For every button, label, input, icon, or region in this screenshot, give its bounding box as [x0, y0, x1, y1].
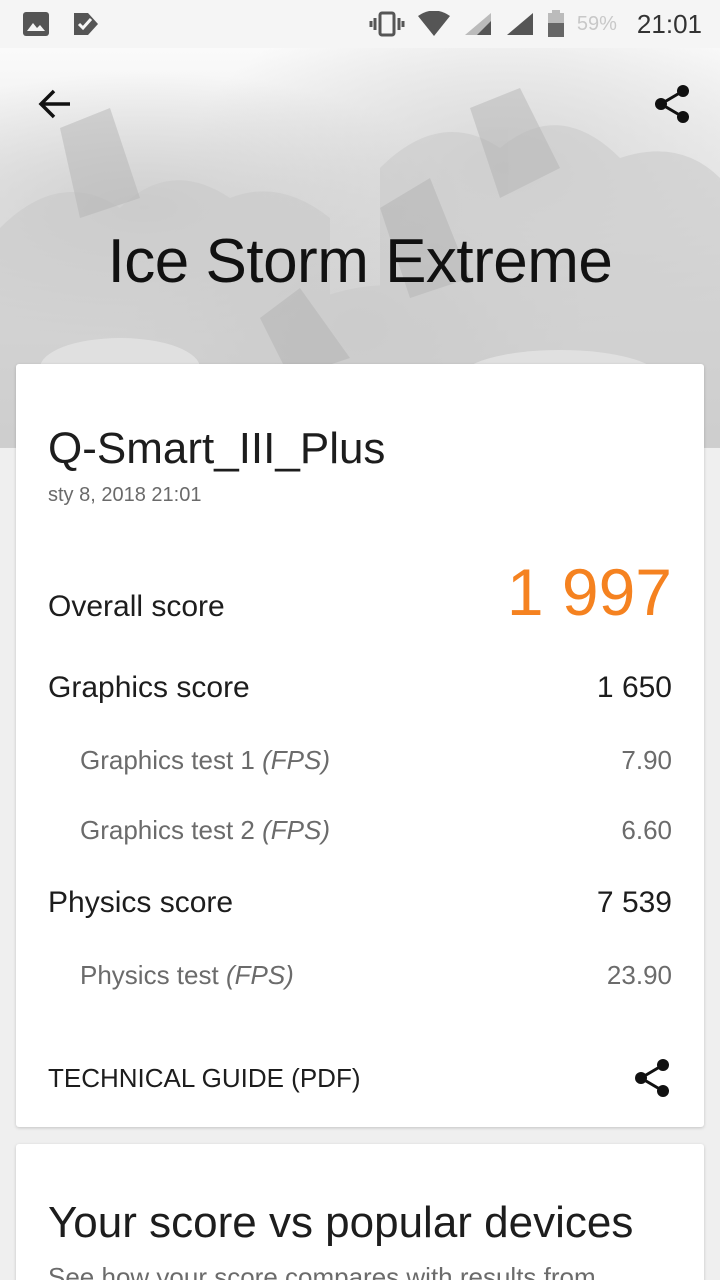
share-result-button[interactable]: [628, 1056, 672, 1100]
image-icon: [22, 11, 50, 37]
signal-icon: [463, 11, 493, 37]
graphics-test-1-label: Graphics test 1: [80, 745, 255, 775]
graphics-test-2-label: Graphics test 2: [80, 815, 255, 845]
physics-test-label: Physics test: [80, 960, 219, 990]
fps-unit: (FPS): [262, 815, 330, 845]
compare-card: Your score vs popular devices See how yo…: [16, 1144, 704, 1280]
signal-icon: [505, 11, 535, 37]
device-name: Q-Smart_III_Plus: [48, 424, 386, 473]
share-icon: [635, 1059, 669, 1097]
overall-score-label: Overall score: [48, 590, 225, 623]
graphics-score-value: 1 650: [596, 671, 672, 704]
battery-icon: [547, 10, 565, 38]
fps-unit: (FPS): [225, 960, 294, 990]
graphics-score-row: Graphics score 1 650: [48, 671, 672, 705]
score-card: Q-Smart_III_Plus sty 8, 2018 21:01 Overa…: [16, 364, 704, 1127]
physics-score-label: Physics score: [48, 886, 234, 919]
battery-percent: 59%: [576, 12, 617, 35]
physics-test-value: 23.90: [606, 960, 672, 990]
arrow-back-icon: [38, 89, 70, 119]
graphics-test-1-row: Graphics test 1 (FPS) 7.90: [80, 745, 672, 776]
graphics-test-2-value: 6.60: [621, 815, 672, 845]
overall-score-row: Overall score 1 997: [48, 554, 672, 630]
compare-title: Your score vs popular devices: [48, 1198, 634, 1247]
physics-score-value: 7 539: [596, 886, 672, 919]
vibrate-icon: [369, 10, 405, 38]
status-time: 21:01: [636, 8, 702, 39]
wifi-icon: [417, 11, 451, 37]
technical-guide-link[interactable]: TECHNICAL GUIDE (PDF): [48, 1063, 628, 1094]
status-bar: 59% 21:01: [0, 0, 720, 48]
physics-score-row: Physics score 7 539: [48, 886, 672, 920]
share-icon: [655, 85, 689, 123]
share-button[interactable]: [650, 82, 694, 126]
graphics-score-label: Graphics score: [48, 671, 250, 704]
fps-unit: (FPS): [262, 745, 330, 775]
result-date: sty 8, 2018 21:01: [48, 484, 202, 506]
check-mail-icon: [72, 11, 100, 37]
physics-test-row: Physics test (FPS) 23.90: [80, 960, 672, 991]
compare-description: See how your score compares with results…: [48, 1262, 596, 1280]
page-title: Ice Storm Extreme: [107, 227, 613, 296]
technical-guide-row: TECHNICAL GUIDE (PDF): [48, 1054, 672, 1102]
back-button[interactable]: [34, 82, 78, 126]
graphics-test-2-row: Graphics test 2 (FPS) 6.60: [80, 815, 672, 846]
graphics-test-1-value: 7.90: [621, 745, 672, 775]
overall-score-value: 1 997: [506, 555, 672, 629]
